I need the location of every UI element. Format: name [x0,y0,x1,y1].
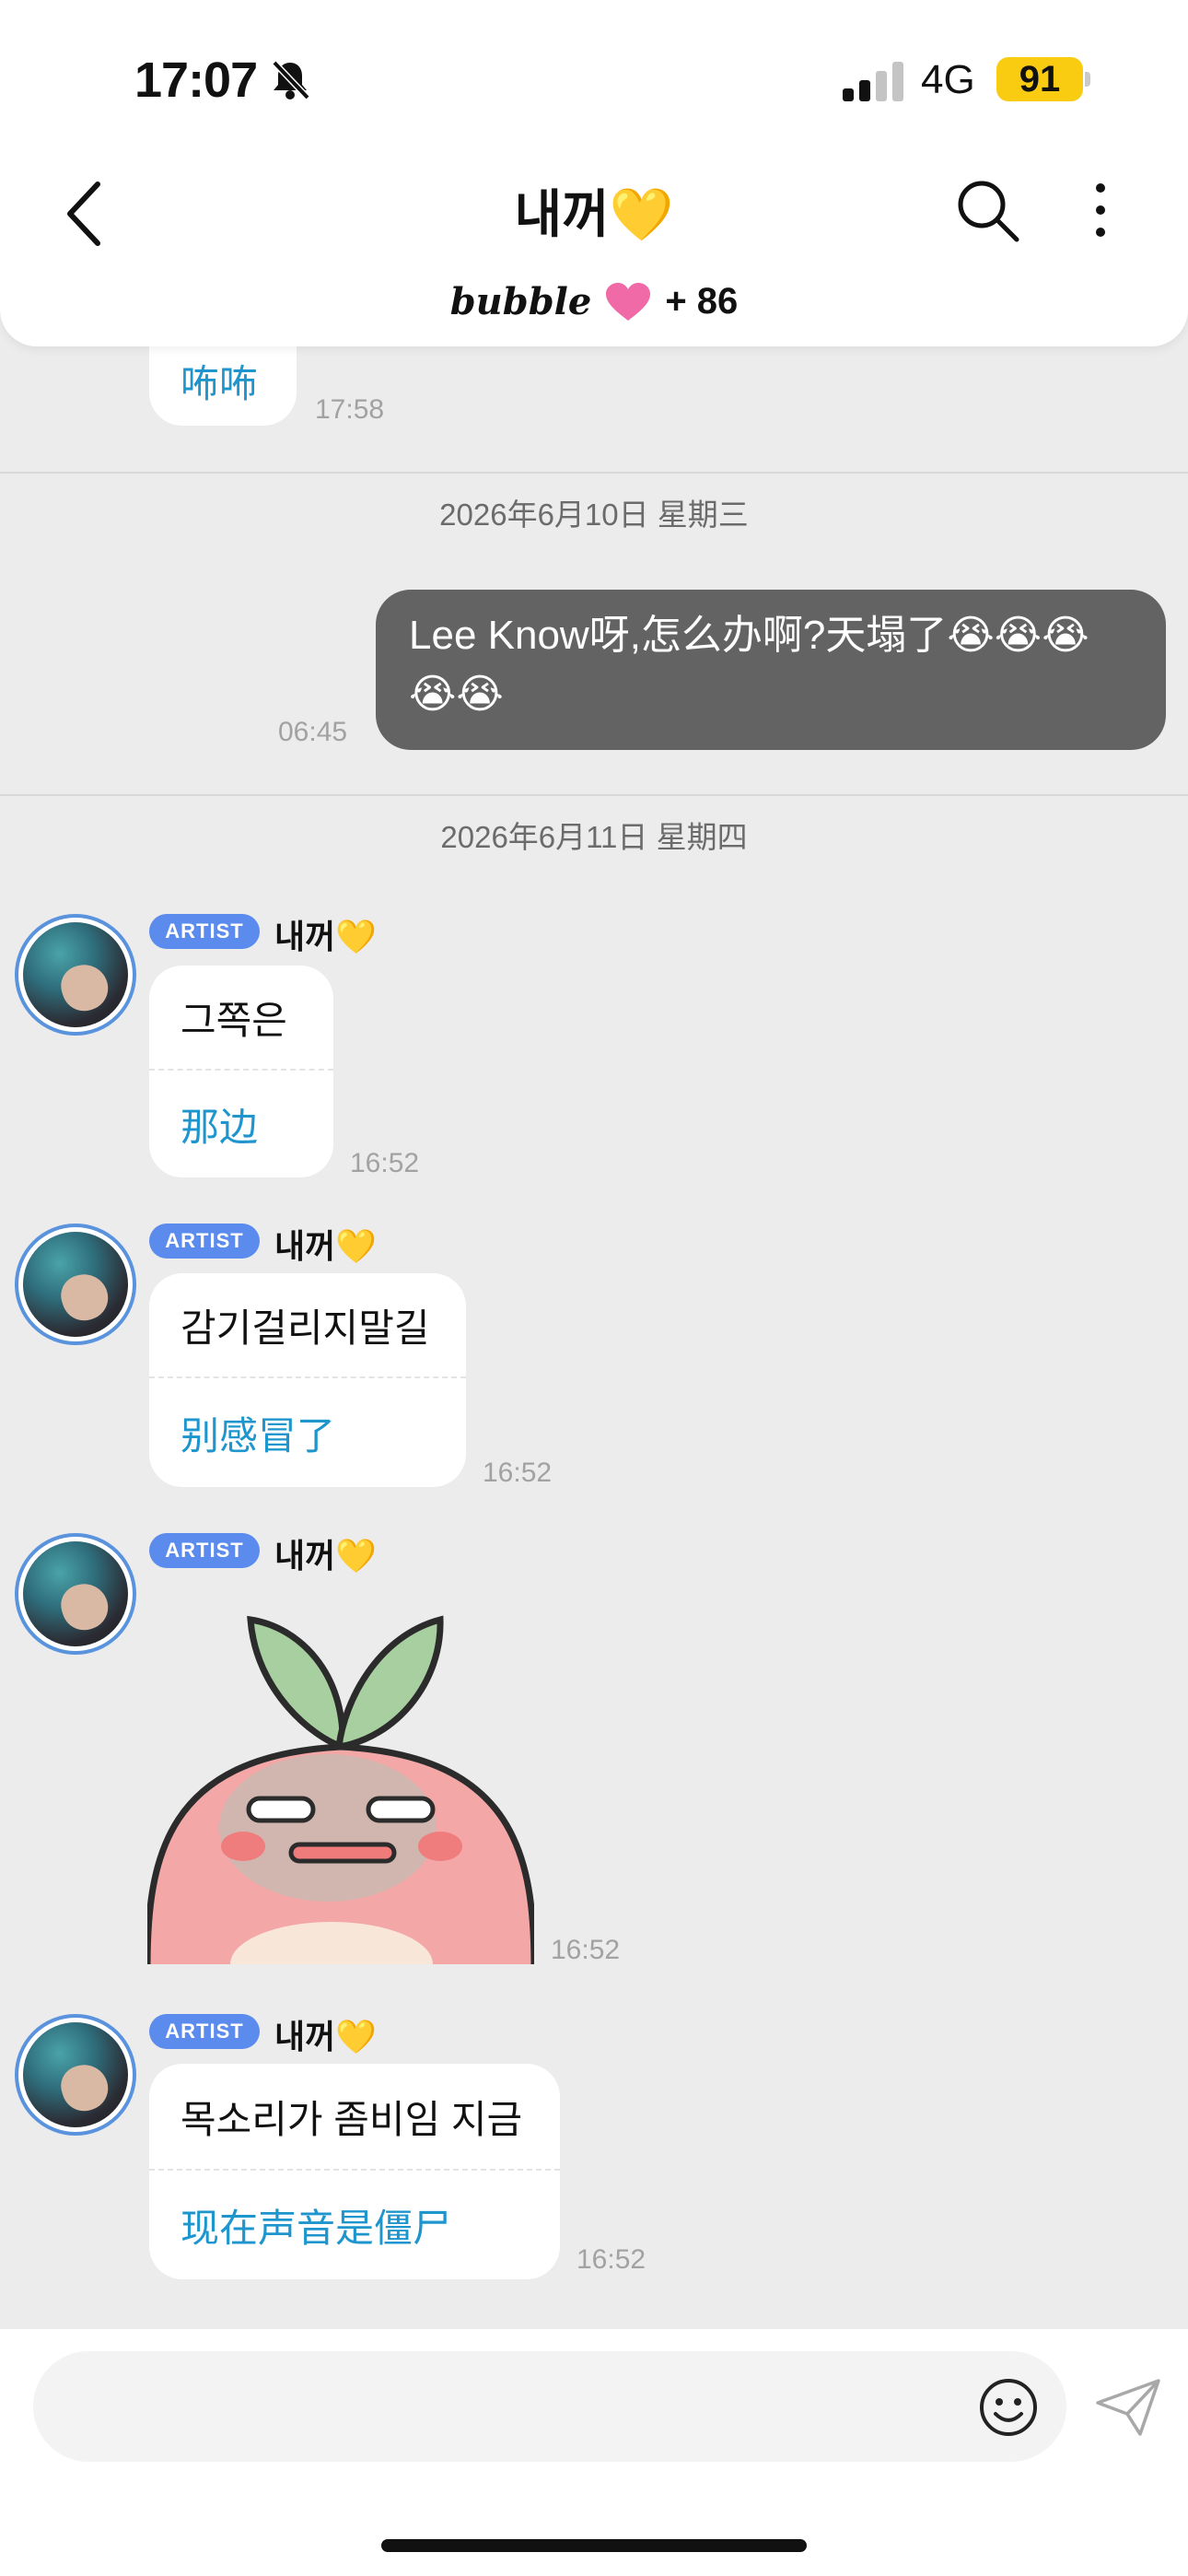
heart-icon [606,282,651,321]
sender-name: 내꺼💛 [274,918,378,955]
original-text: 목소리가 좀비임 지금 [181,2097,523,2141]
artist-badge: ARTIST [149,2014,260,2049]
message-time: 06:45 [278,717,348,747]
message-time: 16:52 [551,1935,621,1965]
bubble-member-bar[interactable]: bubble + 86 [0,280,1188,323]
battery-indicator: 91 [996,57,1083,101]
date-separator: 2026年6月10日 星期三 [0,472,1188,534]
chat-header: 17:07 4G 91 내꺼💛 bubble + 86 [0,0,1188,346]
peach-sticker[interactable] [147,1609,534,1968]
send-plane-icon[interactable] [1094,2377,1162,2438]
home-indicator[interactable] [381,2539,807,2552]
more-vertical-icon[interactable] [1087,181,1114,240]
avatar[interactable] [15,1224,136,1345]
search-icon[interactable] [954,177,1022,245]
sender-name: 내꺼💛 [274,1537,378,1575]
artist-badge: ARTIST [149,1224,260,1259]
avatar[interactable] [15,914,136,1036]
outgoing-message-text: Lee Know呀,怎么办啊?天塌了😭😭😭😭😭 [409,613,1089,717]
status-time: 17:07 [134,53,258,108]
message-time: 17:58 [315,394,385,425]
message-bubble[interactable]: 그쪽은 那边 [149,966,333,1177]
avatar[interactable] [15,1533,136,1655]
translation-text: 现在声音是僵尸 [149,2169,560,2279]
network-label: 4G [921,57,975,102]
original-text: 그쪽은 [181,998,287,1042]
sender-name: 내꺼💛 [274,1227,378,1265]
message-input[interactable] [33,2351,1066,2462]
translation-text: 别感冒了 [149,1376,466,1487]
message-bubble[interactable]: 목소리가 좀비임 지금 现在声音是僵尸 [149,2064,560,2279]
message-bubble[interactable]: 감기걸리지말길 别感冒了 [149,1273,466,1487]
artist-badge: ARTIST [149,1533,260,1568]
battery-tip [1085,72,1090,87]
outgoing-message-bubble[interactable]: Lee Know呀,怎么办啊?天塌了😭😭😭😭😭 [376,590,1166,750]
member-count: + 86 [665,281,739,322]
signal-strength-icon [843,62,903,101]
bell-slash-icon [272,60,310,100]
original-text: 감기걸리지말길 [181,1306,430,1350]
avatar[interactable] [15,2014,136,2136]
message-time: 16:52 [483,1458,553,1488]
brand-logo: bubble [449,280,592,323]
artist-badge: ARTIST [149,914,260,949]
message-time: 16:52 [577,2244,646,2275]
emoji-icon[interactable] [978,2377,1039,2438]
translation-text: 那边 [149,1069,333,1177]
message-time: 16:52 [350,1148,420,1178]
date-separator: 2026年6月11日 星期四 [0,794,1188,857]
sender-name: 내꺼💛 [274,2018,378,2055]
